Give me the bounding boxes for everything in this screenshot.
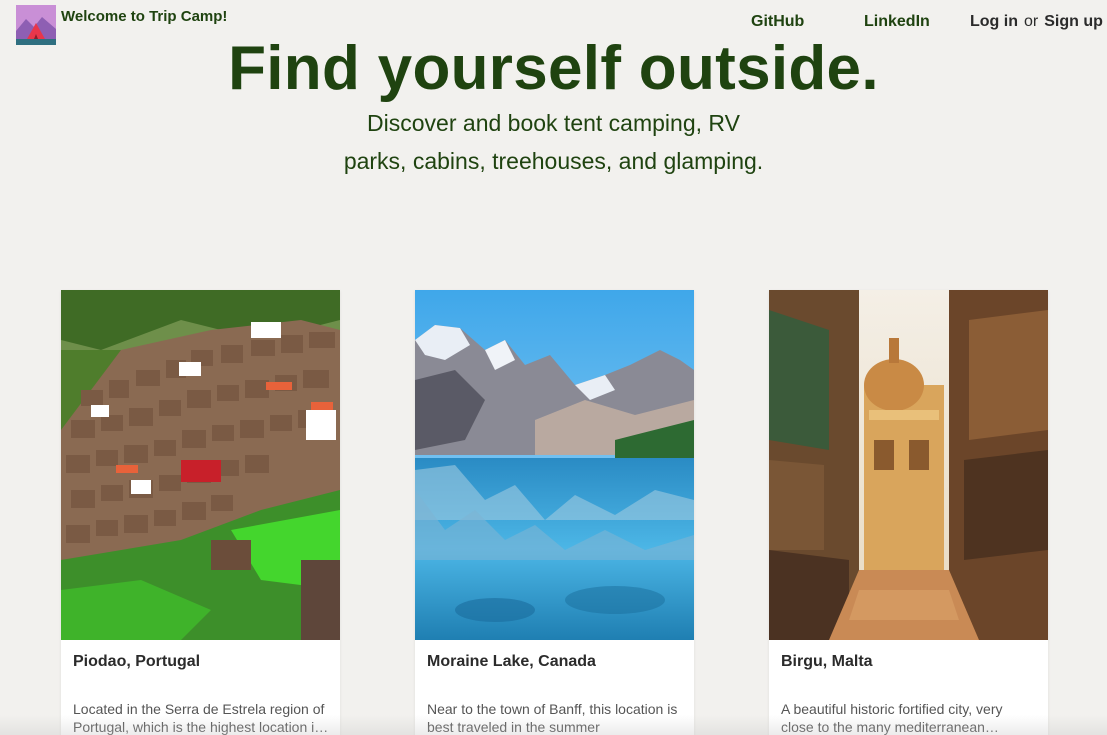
card-title: Moraine Lake, Canada xyxy=(427,653,596,670)
login-link[interactable]: Log in xyxy=(970,13,1018,30)
location-card-birgu[interactable]: Birgu, Malta A beautiful historic fortif… xyxy=(769,290,1048,735)
hero-subtitle-line-1: Discover and book tent camping, RV xyxy=(367,110,740,136)
signup-link[interactable]: Sign up xyxy=(1044,13,1103,30)
auth-or-text: or xyxy=(1023,13,1039,30)
auth-area: Log in or Sign up xyxy=(970,13,1103,31)
hero-title: Find yourself outside. xyxy=(228,34,879,103)
github-link[interactable]: GitHub xyxy=(751,13,804,31)
card-description: A beautiful historic fortified city, ver… xyxy=(781,701,1003,735)
welcome-title: Welcome to Trip Camp! xyxy=(61,8,228,25)
location-card-moraine-lake[interactable]: Moraine Lake, Canada Near to the town of… xyxy=(415,290,694,735)
card-description: Located in the Serra de Estrela region o… xyxy=(73,701,329,735)
location-card-piodao[interactable]: Piodao, Portugal Located in the Serra de… xyxy=(61,290,340,735)
page: Welcome to Trip Camp! GitHub LinkedIn Lo… xyxy=(0,0,1107,735)
card-title: Piodao, Portugal xyxy=(73,653,201,670)
mountain-lake-photo xyxy=(415,290,694,640)
linkedin-link[interactable]: LinkedIn xyxy=(864,13,930,31)
card-title: Birgu, Malta xyxy=(781,653,873,670)
historic-street-photo xyxy=(769,290,1048,640)
hillside-village-photo xyxy=(61,290,340,640)
hero-subtitle-line-2: parks, cabins, treehouses, and glamping. xyxy=(343,148,764,174)
card-description: Near to the town of Banff, this location… xyxy=(427,701,678,735)
